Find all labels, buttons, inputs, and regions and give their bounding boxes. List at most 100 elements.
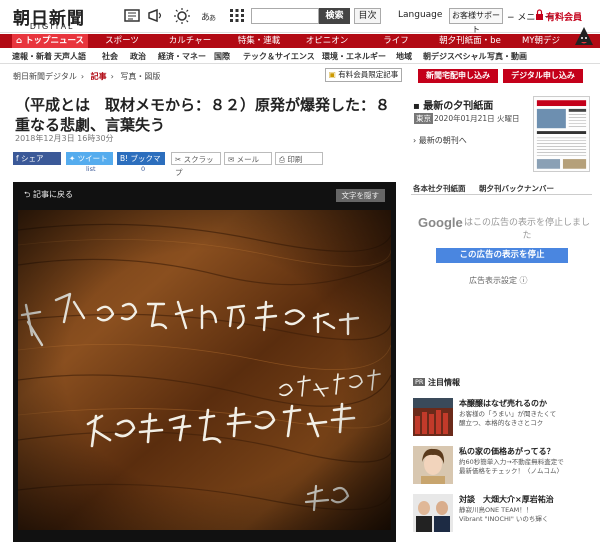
ad-description-line: Vibrant "INOCHI" いのち輝く: [459, 515, 549, 523]
breadcrumb-item[interactable]: 朝日新聞デジタル: [13, 72, 77, 81]
evening-paper-heading: ▪ 最新の夕刊紙面: [413, 97, 493, 112]
edition-badge: 東京: [414, 113, 433, 124]
facebook-share-button[interactable]: f シェア: [13, 152, 61, 165]
nav-item-sports[interactable]: スポーツ: [89, 34, 155, 48]
nav-item-opinion[interactable]: オピニオン: [294, 34, 360, 48]
subnav-item[interactable]: 社会: [102, 51, 118, 62]
list-item[interactable]: 私の家の価格あがってる？ 約60秒簡単入力→不動産無料査定で 最新価格をチェック！…: [413, 446, 593, 486]
article-date: 2018年12月3日 16時30分: [15, 134, 114, 143]
edition-date: 2020年01月21日 火曜日: [434, 114, 520, 123]
megaphone-icon[interactable]: [147, 7, 165, 24]
site-logo[interactable]: 朝日新聞 DIGITAL: [13, 4, 89, 31]
google-logo: Google: [418, 215, 463, 230]
lock-icon: ▣: [328, 70, 339, 79]
ad-title: 対談 大畑大介×厚岩祐治: [459, 495, 554, 504]
facebook-share-label: シェア: [21, 154, 44, 163]
mail-icon: ✉: [228, 155, 237, 164]
print-label: 印刷: [287, 155, 303, 164]
ad-description-line: お客様の「うまい」が聞きたくて: [459, 410, 557, 418]
twitter-count[interactable]: list: [86, 165, 96, 173]
search-input[interactable]: [251, 8, 319, 24]
news-icon[interactable]: [123, 7, 141, 24]
newspaper-thumbnail[interactable]: [533, 96, 590, 172]
ad-description: お客様の「うまい」が聞きたくて 醸立つ、本格的なきさとコク: [459, 410, 593, 428]
breadcrumb: 朝日新聞デジタル › 記事 › 写真・図版: [13, 72, 161, 81]
ad-description: 静寂川鳥ONE TEAM！！ Vibrant "INOCHI" いのち輝く: [459, 506, 593, 524]
nav-item-features[interactable]: 特集・連載: [226, 34, 292, 48]
search-button[interactable]: 検索: [319, 8, 350, 24]
sub-nav: 速報・新着 天声人語 社会 政治 経済・マネー 国際 テック＆サイエンス 環境・…: [0, 48, 600, 64]
paper-tabs: 各本社夕刊紙面 朝夕刊バックナンバー: [411, 181, 592, 195]
lock-icon: [536, 9, 543, 20]
ad-title: 私の家の価格あがってる？: [459, 447, 555, 456]
ad-title: 本醸醸はなぜ売れるのか: [459, 399, 547, 408]
top-header: 朝日新聞 DIGITAL ああ 検索 目次 Language お客様サポート −…: [0, 0, 600, 34]
subnav-item[interactable]: 速報・新着: [12, 51, 52, 62]
tab-backnumber[interactable]: 朝夕刊バックナンバー: [479, 183, 554, 194]
weather-icon[interactable]: [173, 7, 191, 24]
home-icon: ⌂: [15, 36, 25, 46]
support-button[interactable]: お客様サポート: [449, 8, 503, 34]
nav-item-my[interactable]: MY朝デジ: [511, 34, 571, 48]
grid-icon[interactable]: [228, 7, 246, 24]
bookmark-icon: B!: [120, 154, 131, 163]
breadcrumb-item[interactable]: 記事: [91, 72, 107, 81]
ad-thumbnail: [413, 398, 453, 436]
ad-description-line: 約60秒簡単入力→不動産無料査定で: [459, 458, 564, 466]
nav-item-papers[interactable]: 朝夕刊紙面・be: [432, 34, 508, 48]
ad-thumbnail: [413, 446, 453, 484]
subnav-item[interactable]: 環境・エネルギー: [322, 51, 386, 62]
subnav-item[interactable]: 写真・動画: [487, 51, 527, 62]
subnav-item[interactable]: 天声人語: [54, 51, 86, 62]
font-size-icon[interactable]: ああ: [200, 7, 218, 24]
ad-description-line: 醸立つ、本格的なきさとコク: [459, 419, 544, 427]
svg-text:あ: あ: [209, 14, 216, 22]
nav-item-culture[interactable]: カルチャー: [157, 34, 223, 48]
subnav-item[interactable]: 政治: [130, 51, 146, 62]
digital-apply-button[interactable]: デジタル申し込み: [503, 69, 583, 83]
subnav-item[interactable]: テック＆サイエンス: [243, 51, 315, 62]
nav-item-label: トップニュース: [24, 36, 85, 46]
subnav-item[interactable]: 朝デジスペシャル: [423, 51, 486, 62]
tab-each-edition[interactable]: 各本社夕刊紙面: [413, 183, 466, 194]
scrap-button[interactable]: ✂ スクラップ: [171, 152, 221, 177]
latest-morning-label: 最新の朝刊へ: [418, 136, 467, 145]
subnav-item[interactable]: 地域: [396, 51, 412, 62]
pr-badge: PR: [413, 378, 426, 386]
article-photo: [18, 210, 391, 530]
twitter-share-button[interactable]: ✦ ツイート: [66, 152, 113, 165]
bookmark-count[interactable]: 0: [141, 165, 145, 173]
stop-ad-button[interactable]: この広告の表示を停止: [436, 248, 568, 263]
bookmark-button[interactable]: B! ブックマーク: [117, 152, 165, 176]
toc-button[interactable]: 目次: [354, 8, 381, 24]
main-nav: ⌂ トップニュース スポーツ カルチャー 特集・連載 オピニオン ライフ 朝夕刊…: [0, 27, 600, 48]
nav-item-life[interactable]: ライフ: [363, 34, 429, 48]
breadcrumb-item[interactable]: 写真・図版: [120, 72, 160, 81]
subnav-item[interactable]: 経済・マネー: [158, 51, 206, 62]
article-title: （平成とは 取材メモから：８２）原発が爆発した：８重なる悲劇、言葉失う: [15, 96, 391, 134]
back-to-article-link[interactable]: ⮌ 記事に戻る: [24, 189, 73, 203]
mail-label: メール: [236, 155, 260, 164]
latest-morning-link[interactable]: › 最新の朝刊へ: [413, 135, 467, 146]
ad-stopped-text: はこの広告の表示を停止しました: [463, 218, 590, 241]
member-link[interactable]: 有料会員: [546, 10, 582, 23]
mascot-icon: [575, 27, 593, 45]
subnav-item[interactable]: 国際: [214, 51, 230, 62]
logo-subtext: DIGITAL: [30, 22, 75, 31]
apply-button[interactable]: 新聞宅配申し込み: [418, 69, 498, 83]
limited-badge: ▣ 有料会員限定記事: [325, 68, 402, 82]
nav-item-top[interactable]: ⌂ トップニュース: [12, 34, 88, 48]
list-item[interactable]: 本醸醸はなぜ売れるのか お客様の「うまい」が聞きたくて 醸立つ、本格的なきさとコク: [413, 398, 593, 438]
attention-heading: 注目情報: [428, 378, 460, 387]
scissors-icon: ✂: [175, 155, 184, 164]
twitter-icon: ✦: [69, 154, 78, 163]
language-link[interactable]: Language: [398, 10, 442, 20]
mail-button[interactable]: ✉ メール: [224, 152, 272, 165]
photo-viewer: ⮌ 記事に戻る 文字を隠す: [13, 182, 396, 542]
back-icon: ⮌: [24, 190, 33, 199]
hide-text-button[interactable]: 文字を隠す: [335, 189, 385, 202]
ad-description: 約60秒簡単入力→不動産無料査定で 最新価格をチェック！〈ノムコム〉: [459, 458, 593, 476]
ad-settings-link[interactable]: 広告表示設定 ⓘ: [469, 275, 528, 286]
print-button[interactable]: ⎙ 印刷: [275, 152, 323, 165]
list-item[interactable]: 対談 大畑大介×厚岩祐治 静寂川鳥ONE TEAM！！ Vibrant "INOC…: [413, 494, 593, 534]
